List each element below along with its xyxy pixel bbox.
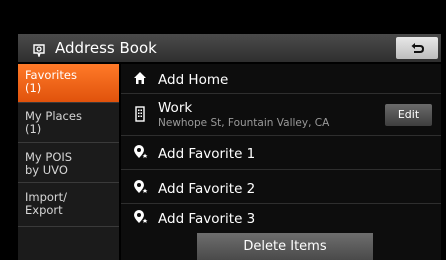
favorite-pin-icon xyxy=(133,144,149,165)
list-item-label: Add Home xyxy=(158,72,229,88)
delete-items-button[interactable]: Delete Items xyxy=(197,233,373,260)
list-item-label: Add Favorite 3 xyxy=(158,211,256,227)
page-title: Address Book xyxy=(55,39,157,57)
sidebar: Favorites (1) My Places (1) My POIS by U… xyxy=(18,64,119,260)
list-item-add-home[interactable]: Add Home xyxy=(121,64,441,94)
list-item-work[interactable]: Work Newhope St, Fountain Valley, CA Edi… xyxy=(121,94,441,136)
sidebar-item-label: My POIS by UVO xyxy=(25,150,73,177)
header-bar: Address Book xyxy=(18,34,441,62)
sidebar-item-label: Favorites (1) xyxy=(25,68,77,95)
list-item-label: Add Favorite 2 xyxy=(158,181,256,197)
back-button[interactable] xyxy=(396,37,438,59)
favorite-pin-icon xyxy=(133,179,149,200)
sidebar-item-favorites[interactable]: Favorites (1) xyxy=(18,64,119,103)
list-item-add-favorite-2[interactable]: Add Favorite 2 xyxy=(121,170,441,204)
sidebar-item-label: Import/ Export xyxy=(25,190,68,217)
sidebar-item-label: My Places (1) xyxy=(25,109,82,136)
building-icon xyxy=(133,106,147,127)
list-item-add-favorite-1[interactable]: Add Favorite 1 xyxy=(121,136,441,170)
sidebar-item-my-pois[interactable]: My POIS by UVO xyxy=(18,143,119,183)
list-item-label: Work xyxy=(158,100,193,116)
sidebar-item-my-places[interactable]: My Places (1) xyxy=(18,103,119,143)
list-item-label: Add Favorite 1 xyxy=(158,146,256,162)
navigation-screen: Address Book Favorites (1) My Places (1)… xyxy=(0,0,446,260)
favorite-pin-icon xyxy=(133,209,149,230)
favorites-list: Add Home Work Newhope St, Fountain Valle… xyxy=(121,64,441,260)
map-pin-icon xyxy=(31,39,47,59)
list-item-address: Newhope St, Fountain Valley, CA xyxy=(158,117,330,129)
edit-button[interactable]: Edit xyxy=(385,104,432,126)
list-item-add-favorite-3[interactable]: Add Favorite 3 xyxy=(121,204,441,234)
home-icon xyxy=(133,71,147,90)
sidebar-item-import-export[interactable]: Import/ Export xyxy=(18,183,119,227)
